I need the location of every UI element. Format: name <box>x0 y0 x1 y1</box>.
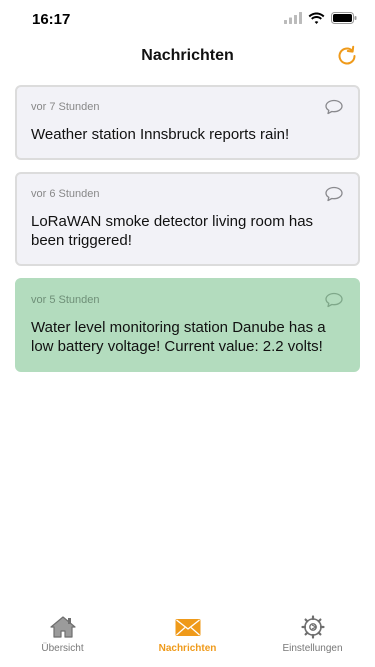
status-bar: 16:17 <box>0 0 375 40</box>
tab-messages[interactable]: Nachrichten <box>125 607 250 667</box>
message-text: LoRaWAN smoke detector living room has b… <box>31 213 314 249</box>
signal-icon <box>284 12 302 24</box>
tab-overview[interactable]: Übersicht <box>0 607 125 667</box>
envelope-icon <box>175 619 200 636</box>
refresh-button[interactable] <box>335 44 359 68</box>
tab-bar: Übersicht Nachrichten Einstellungen <box>0 607 375 667</box>
message-card[interactable]: vor 6 Stunden LoRaWAN smoke detector liv… <box>15 172 360 266</box>
speech-bubble-icon <box>325 99 343 115</box>
message-list: vor 7 Stunden Weather station Innsbruck … <box>15 85 360 384</box>
wifi-icon <box>308 12 325 24</box>
tab-settings[interactable]: Einstellungen <box>250 607 375 667</box>
message-card[interactable]: vor 7 Stunden Weather station Innsbruck … <box>15 85 360 160</box>
message-text: Water level monitoring station Danube ha… <box>31 319 326 355</box>
navigation-bar: Nachrichten <box>0 40 375 72</box>
tab-label: Nachrichten <box>158 643 217 654</box>
tab-label: Einstellungen <box>282 643 343 654</box>
speech-bubble-icon <box>325 292 343 308</box>
message-time: vor 6 Stunden <box>31 188 100 200</box>
home-icon <box>49 616 76 638</box>
gear-icon <box>300 615 325 639</box>
status-icons <box>284 12 357 24</box>
message-card-highlighted[interactable]: vor 5 Stunden Water level monitoring sta… <box>15 278 360 372</box>
speech-bubble-icon <box>325 186 343 202</box>
refresh-icon <box>338 45 356 65</box>
message-time: vor 5 Stunden <box>31 294 100 306</box>
battery-icon <box>331 12 357 24</box>
message-text: Weather station Innsbruck reports rain! <box>31 126 290 143</box>
tab-label: Übersicht <box>41 643 84 654</box>
status-time: 16:17 <box>32 11 71 28</box>
message-time: vor 7 Stunden <box>31 101 100 113</box>
page-title: Nachrichten <box>141 47 234 64</box>
